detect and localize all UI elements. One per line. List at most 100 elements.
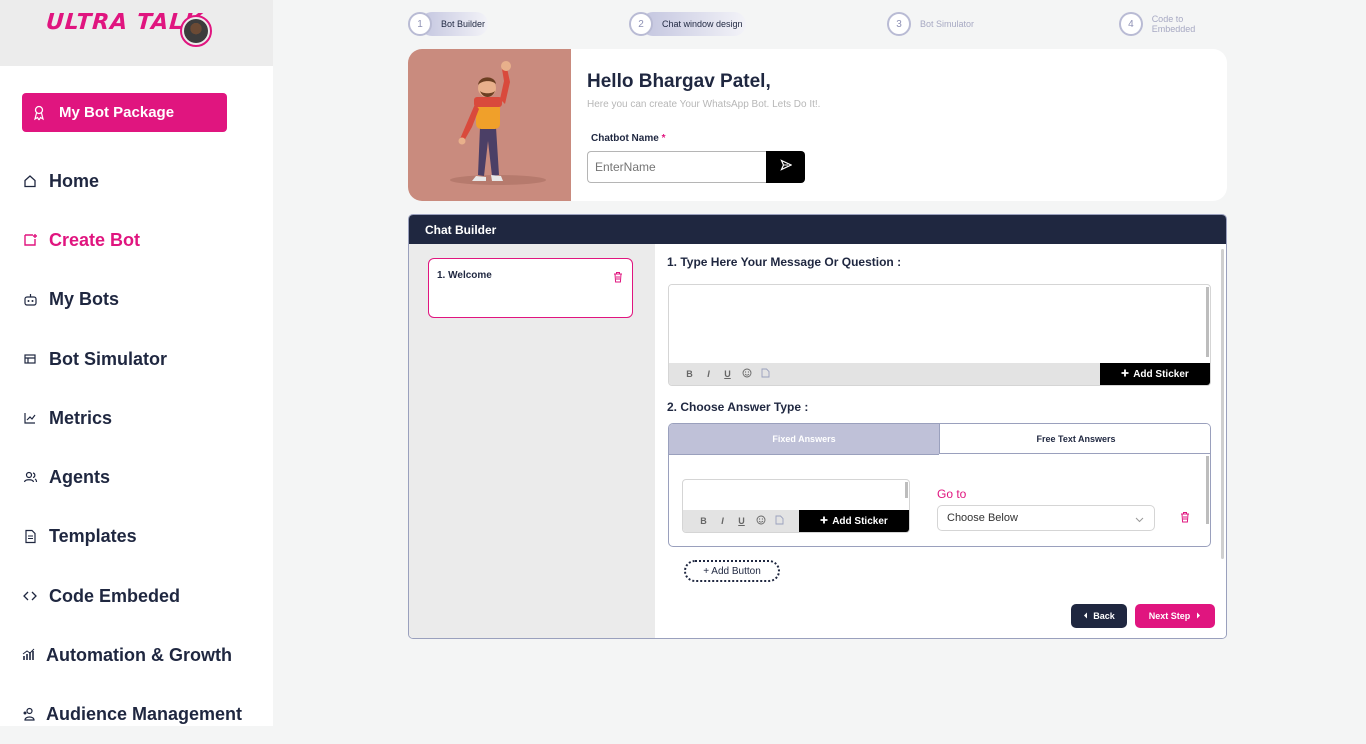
message-textarea[interactable] [669,285,1205,363]
sidebar-item-label: Create Bot [49,229,141,250]
home-icon [22,173,38,189]
answer-scrollbar[interactable] [1206,456,1209,524]
back-label: Back [1093,611,1115,621]
sidebar-item-label: Metrics [49,407,113,428]
chatbot-name-submit-button[interactable] [766,151,805,183]
step-bot-builder[interactable]: 1 Bot Builder [408,12,488,36]
sidebar-item-code-embeded[interactable]: Code Embeded [22,583,180,609]
chat-builder-panel: Chat Builder 1. Welcome 1. Type Here You… [408,214,1227,639]
sidebar-item-metrics[interactable]: Metrics [22,405,112,431]
trash-icon[interactable] [1180,510,1190,528]
waving-character-illustration [408,49,571,201]
sidebar-item-agents[interactable]: Agents [22,464,110,490]
chevron-down-icon [1135,514,1144,526]
sidebar-item-label: Agents [49,466,111,487]
my-bot-package-label: My Bot Package [59,104,175,121]
answer-editor-toolbar: B I U Add Sticker [683,510,909,532]
trash-icon[interactable] [613,270,623,288]
sidebar-item-label: Home [49,170,100,191]
bold-button[interactable]: B [694,516,713,526]
attachment-icon[interactable] [756,368,775,380]
goto-select[interactable]: Choose Below [937,505,1155,531]
goto-selected-value: Choose Below [947,512,1018,524]
answer-type-panel: Fixed Answers Free Text Answers B I U Ad… [668,423,1211,547]
step-chat-window-design[interactable]: 2 Chat window design [629,12,746,36]
add-sticker-button[interactable]: Add Sticker [799,510,909,532]
my-bot-package-button[interactable]: My Bot Package [22,93,227,132]
sidebar-item-label: Code Embeded [49,585,181,606]
emoji-icon[interactable] [751,515,770,527]
step-label: Chat window design [662,19,743,29]
attachment-icon[interactable] [770,515,789,527]
tab-fixed-answers[interactable]: Fixed Answers [669,424,939,454]
question-label: 1. Type Here Your Message Or Question : [667,255,902,269]
code-icon [22,588,38,604]
sidebar-item-home[interactable]: Home [22,168,99,194]
sidebar-item-create-bot[interactable]: Create Bot [22,227,140,253]
answer-editor[interactable]: B I U Add Sticker [682,479,910,533]
editor-toolbar: B I U Add Sticker [669,363,1210,385]
sidebar: ULTRA TALK My Bot Package Home Create Bo… [0,0,273,726]
goto-label: Go to [937,487,967,501]
sidebar-item-audience-management[interactable]: Audience Management [21,701,242,727]
sidebar-item-templates[interactable]: Templates [22,523,137,549]
welcome-card: Hello Bhargav Patel, Here you can create… [408,49,1227,201]
add-sticker-label: Add Sticker [832,515,888,527]
ribbon-icon [32,105,48,121]
underline-button[interactable]: U [732,516,751,526]
greeting-subtitle: Here you can create Your WhatsApp Bot. L… [587,99,821,110]
underline-button[interactable]: U [718,369,737,379]
tab-free-text-answers[interactable]: Free Text Answers [939,424,1210,454]
steps-list: 1. Welcome [409,244,655,638]
bold-button[interactable]: B [680,369,699,379]
italic-button[interactable]: I [713,516,732,526]
step-number: 3 [887,12,911,36]
sidebar-item-label: Automation & Growth [46,644,232,665]
sidebar-item-my-bots[interactable]: My Bots [22,286,119,312]
sidebar-item-automation-growth[interactable]: Automation & Growth [21,642,232,668]
editor-scrollbar[interactable] [1206,287,1209,357]
answer-editor-scrollbar[interactable] [905,482,908,498]
sidebar-item-bot-simulator[interactable]: Bot Simulator [22,346,167,372]
chevron-right-icon [1196,611,1201,621]
send-icon [779,158,792,176]
step-editor: 1. Type Here Your Message Or Question : … [655,244,1226,638]
sidebar-item-label: Bot Simulator [49,348,168,369]
step-card-welcome[interactable]: 1. Welcome [428,258,633,318]
italic-button[interactable]: I [699,369,718,379]
back-button[interactable]: Back [1071,604,1127,628]
tab-divider [669,454,939,455]
avatar[interactable] [180,15,212,47]
step-number: 1 [408,12,432,36]
chatbot-name-label-text: Chatbot Name [591,133,659,144]
answer-type-label: 2. Choose Answer Type : [667,400,809,414]
robot-icon [22,291,38,307]
step-label: Code to Embedded [1151,14,1196,34]
create-bot-icon [22,232,38,248]
next-step-button[interactable]: Next Step [1135,604,1215,628]
audience-icon [21,706,37,722]
users-icon [22,469,38,485]
chatbot-name-label: Chatbot Name * [591,133,665,144]
plus-icon [820,516,828,527]
add-sticker-label: Add Sticker [1133,368,1189,380]
chevron-left-icon [1083,611,1088,621]
sidebar-header: ULTRA TALK [0,0,273,66]
add-sticker-button[interactable]: Add Sticker [1100,363,1210,385]
message-editor: B I U Add Sticker [668,284,1211,386]
step-number: 4 [1119,12,1143,36]
chatbot-name-input[interactable] [587,151,767,183]
panel-scrollbar[interactable] [1221,249,1224,559]
add-button[interactable]: + Add Button [684,560,780,582]
step-number: 2 [629,12,653,36]
sidebar-item-label: Audience Management [46,703,243,724]
emoji-icon[interactable] [737,368,756,380]
chart-icon [22,410,38,426]
step-bot-simulator[interactable]: 3 Bot Simulator [887,12,974,36]
sidebar-item-label: Templates [49,525,137,546]
document-icon [22,528,38,544]
next-label: Next Step [1148,611,1191,621]
growth-icon [21,647,37,663]
avatar-image [184,19,208,43]
step-code-to-embedded[interactable]: 4 Code to Embedded [1119,12,1228,36]
